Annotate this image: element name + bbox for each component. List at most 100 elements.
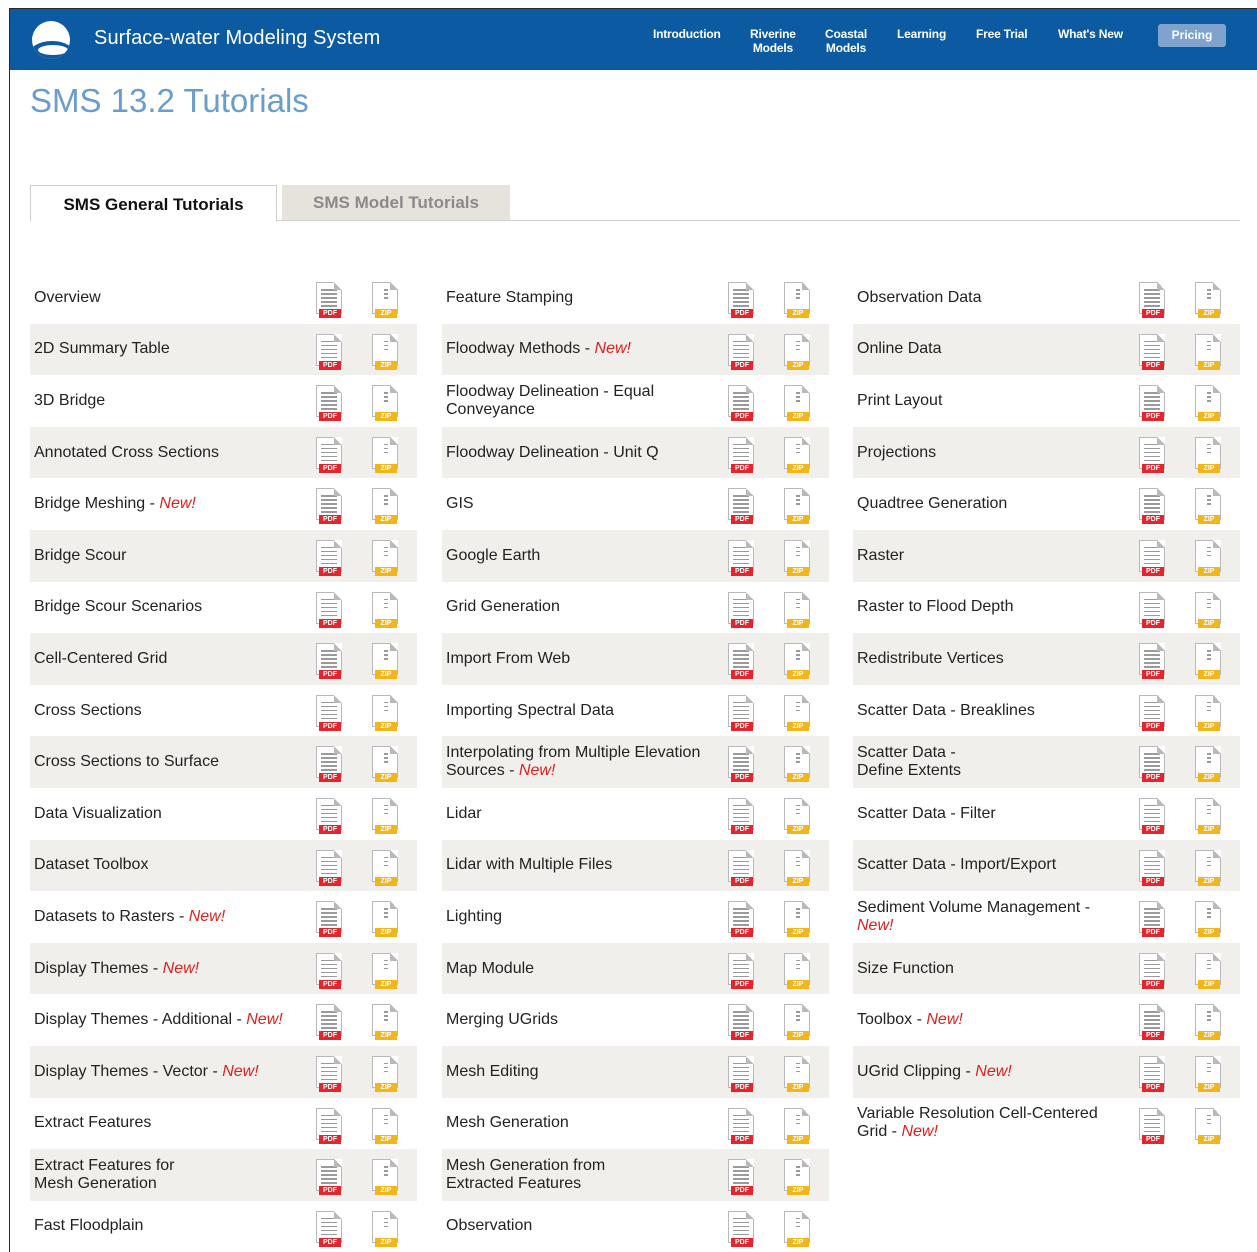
tutorial-link[interactable]: Bridge Meshing - New! <box>34 495 309 513</box>
pdf-download-icon[interactable]: PDF <box>314 385 344 422</box>
tutorial-link[interactable]: 3D Bridge <box>34 392 309 410</box>
pdf-download-icon[interactable]: PDF <box>314 694 344 731</box>
nav-coastal-models[interactable]: Coastal Models <box>825 27 867 55</box>
tutorial-title[interactable]: 2D Summary Table <box>34 340 170 357</box>
tutorial-link[interactable]: Bridge Scour <box>34 547 309 565</box>
brand-name[interactable]: Surface-water Modeling System <box>94 27 380 50</box>
tutorial-title[interactable]: Bridge Scour <box>34 547 127 564</box>
tutorial-link[interactable]: Fast Floodplain <box>34 1217 309 1235</box>
tutorial-link[interactable]: Merging UGrids <box>446 1011 721 1029</box>
nav-learning[interactable]: Learning <box>897 27 946 41</box>
tutorial-title[interactable]: Floodway Methods <box>446 340 580 357</box>
tutorial-title[interactable]: Scatter Data - Breaklines <box>857 702 1035 719</box>
tutorial-title[interactable]: Cross Sections <box>34 702 142 719</box>
pdf-download-icon[interactable]: PDF <box>314 746 344 783</box>
tab-general-tutorials[interactable]: SMS General Tutorials <box>30 185 277 222</box>
tutorial-link[interactable]: Google Earth <box>446 547 721 565</box>
tutorial-title[interactable]: Feature Stamping <box>446 289 573 306</box>
zip-download-icon[interactable]: ZIP <box>370 797 400 834</box>
tutorial-title[interactable]: Sediment Volume Management - <box>857 899 1090 916</box>
tutorial-title[interactable]: Lighting <box>446 908 502 925</box>
tutorial-link[interactable]: Lidar <box>446 805 721 823</box>
tutorial-link[interactable]: Observation <box>446 1217 721 1235</box>
pdf-download-icon[interactable]: PDF <box>1137 282 1167 318</box>
tutorial-link[interactable]: Size Function <box>857 960 1132 978</box>
tutorial-title[interactable]: Size Function <box>857 960 954 977</box>
zip-download-icon[interactable]: ZIP <box>782 1055 812 1092</box>
tutorial-link[interactable]: Map Module <box>446 960 721 978</box>
zip-download-icon[interactable]: ZIP <box>1193 849 1223 886</box>
nav-riverine-models[interactable]: Riverine Models <box>750 27 796 55</box>
tutorial-title[interactable]: Display Themes - Vector <box>34 1063 208 1080</box>
pdf-download-icon[interactable]: PDF <box>314 333 344 370</box>
pdf-download-icon[interactable]: PDF <box>726 385 756 422</box>
pdf-download-icon[interactable]: PDF <box>726 1159 756 1196</box>
zip-download-icon[interactable]: ZIP <box>1193 385 1223 422</box>
zip-download-icon[interactable]: ZIP <box>370 643 400 680</box>
tutorial-link[interactable]: Mesh Generation <box>446 1114 721 1132</box>
pdf-download-icon[interactable]: PDF <box>314 901 344 938</box>
tutorial-title[interactable]: UGrid Clipping <box>857 1063 961 1080</box>
tutorial-title[interactable]: Dataset Toolbox <box>34 856 148 873</box>
tutorial-title[interactable]: Annotated Cross Sections <box>34 444 219 461</box>
tutorial-link[interactable]: Annotated Cross Sections <box>34 444 309 462</box>
logo-icon[interactable] <box>32 21 70 59</box>
tutorial-link[interactable]: Feature Stamping <box>446 289 721 307</box>
tutorial-link[interactable]: Cross Sections <box>34 702 309 720</box>
tutorial-link[interactable]: Extract Features for Mesh Generation <box>34 1157 309 1193</box>
pdf-download-icon[interactable]: PDF <box>314 1159 344 1196</box>
zip-download-icon[interactable]: ZIP <box>370 1004 400 1041</box>
pdf-download-icon[interactable]: PDF <box>1137 952 1167 989</box>
tutorial-title[interactable]: Raster <box>857 547 904 564</box>
tutorial-link[interactable]: Print Layout <box>857 392 1132 410</box>
tutorial-title[interactable]: Mesh Editing <box>446 1063 539 1080</box>
zip-download-icon[interactable]: ZIP <box>782 694 812 731</box>
zip-download-icon[interactable]: ZIP <box>1193 746 1223 783</box>
tutorial-link[interactable]: Floodway Methods - New! <box>446 340 721 358</box>
nav-whats-new[interactable]: What's New <box>1058 27 1123 41</box>
zip-download-icon[interactable]: ZIP <box>782 849 812 886</box>
zip-download-icon[interactable]: ZIP <box>370 901 400 938</box>
tutorial-title[interactable]: Raster to Flood Depth <box>857 598 1014 615</box>
tutorial-link[interactable]: Scatter Data - Define Extents <box>857 744 1132 780</box>
pdf-download-icon[interactable]: PDF <box>314 1055 344 1092</box>
pdf-download-icon[interactable]: PDF <box>314 797 344 834</box>
tutorial-title[interactable]: Mesh Generation from Extracted Features <box>446 1157 605 1192</box>
zip-download-icon[interactable]: ZIP <box>370 746 400 783</box>
tutorial-title[interactable]: Map Module <box>446 960 534 977</box>
pdf-download-icon[interactable]: PDF <box>314 643 344 680</box>
pdf-download-icon[interactable]: PDF <box>314 488 344 525</box>
zip-download-icon[interactable]: ZIP <box>1193 797 1223 834</box>
tutorial-title[interactable]: Display Themes - Additional <box>34 1011 232 1028</box>
tutorial-link[interactable]: Dataset Toolbox <box>34 856 309 874</box>
tutorial-link[interactable]: Cell-Centered Grid <box>34 650 309 668</box>
tutorial-link[interactable]: Scatter Data - Filter <box>857 805 1132 823</box>
zip-download-icon[interactable]: ZIP <box>782 488 812 525</box>
zip-download-icon[interactable]: ZIP <box>370 385 400 422</box>
pdf-download-icon[interactable]: PDF <box>1137 385 1167 422</box>
tutorial-link[interactable]: Scatter Data - Import/Export <box>857 856 1132 874</box>
tutorial-link[interactable]: Interpolating from Multiple Elevation So… <box>446 744 721 780</box>
tutorial-title[interactable]: GIS <box>446 495 474 512</box>
tutorial-link[interactable]: Observation Data <box>857 289 1132 307</box>
zip-download-icon[interactable]: ZIP <box>1193 901 1223 938</box>
zip-download-icon[interactable]: ZIP <box>1193 539 1223 576</box>
pdf-download-icon[interactable]: PDF <box>1137 436 1167 473</box>
tutorial-title[interactable]: Cell-Centered Grid <box>34 650 167 667</box>
pdf-download-icon[interactable]: PDF <box>314 539 344 576</box>
pdf-download-icon[interactable]: PDF <box>1137 901 1167 938</box>
nav-free-trial[interactable]: Free Trial <box>976 27 1028 41</box>
pdf-download-icon[interactable]: PDF <box>314 849 344 886</box>
zip-download-icon[interactable]: ZIP <box>782 539 812 576</box>
zip-download-icon[interactable]: ZIP <box>782 385 812 422</box>
tutorial-link[interactable]: Grid Generation <box>446 598 721 616</box>
tutorial-title[interactable]: Print Layout <box>857 392 942 409</box>
tutorial-title[interactable]: Cross Sections to Surface <box>34 753 219 770</box>
zip-download-icon[interactable]: ZIP <box>370 488 400 525</box>
tutorial-link[interactable]: Data Visualization <box>34 805 309 823</box>
pdf-download-icon[interactable]: PDF <box>1137 488 1167 525</box>
zip-download-icon[interactable]: ZIP <box>1193 1055 1223 1092</box>
nav-introduction[interactable]: Introduction <box>653 27 721 41</box>
tutorial-title[interactable]: Overview <box>34 289 101 306</box>
tutorial-title[interactable]: Datasets to Rasters <box>34 908 175 925</box>
